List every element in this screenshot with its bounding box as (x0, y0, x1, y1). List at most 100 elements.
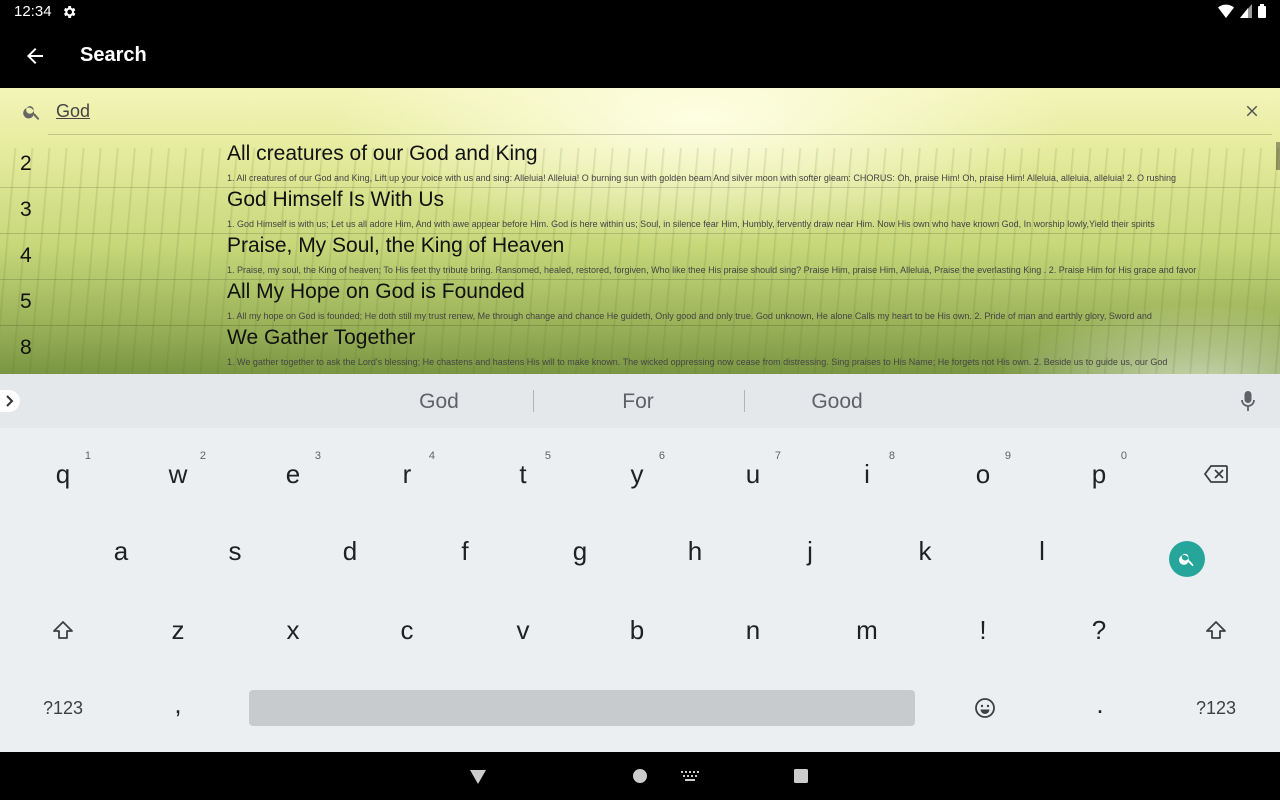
key-hint: 1 (84, 450, 91, 462)
wifi-icon (1218, 4, 1234, 18)
page-title: Search (80, 44, 147, 66)
key-label: q (55, 458, 71, 489)
system-nav-bar (0, 752, 1280, 800)
result-row[interactable]: 5 All My Hope on God is Founded 1. All m… (0, 280, 1280, 326)
result-row[interactable]: 4 Praise, My Soul, the King of Heaven 1.… (0, 234, 1280, 280)
key-hint: 3 (314, 450, 321, 462)
hymn-number: 2 (20, 152, 32, 175)
key-label: u (745, 458, 761, 489)
search-input[interactable]: God (56, 101, 90, 122)
search-icon (23, 106, 40, 120)
key-label: e (285, 458, 301, 489)
hymn-excerpt: 1. All creatures of our God and King, Li… (227, 173, 1176, 183)
key-m[interactable]: m (817, 600, 917, 660)
key-d[interactable]: d (300, 521, 400, 581)
hymn-title: God Himself Is With Us (227, 188, 445, 211)
result-row[interactable]: 2 All creatures of our God and King 1. A… (0, 142, 1280, 188)
key-label: i (864, 458, 870, 489)
hymn-title: Praise, My Soul, the King of Heaven (227, 234, 565, 257)
suggestion-3[interactable]: Good (732, 390, 942, 414)
symbols-key-left[interactable]: ?123 (13, 678, 113, 738)
key-label: y (630, 458, 644, 489)
backspace-key[interactable] (1166, 444, 1266, 504)
key-u[interactable]: u7 (703, 444, 803, 504)
battery-icon (1258, 4, 1266, 18)
backspace-icon (1204, 465, 1228, 483)
key-e[interactable]: e3 (243, 444, 343, 504)
key-z[interactable]: z (128, 600, 228, 660)
key-label: t (519, 458, 527, 489)
cell-signal-icon (1240, 4, 1252, 18)
microphone-icon[interactable] (1240, 390, 1256, 412)
scrollbar[interactable] (1276, 142, 1280, 170)
suggestion-1[interactable]: God (334, 390, 544, 414)
symbols-key-right[interactable]: ?123 (1166, 678, 1266, 738)
emoji-key[interactable] (935, 678, 1035, 738)
hymn-number: 3 (20, 198, 32, 221)
spacebar[interactable] (249, 690, 915, 726)
emoji-icon (975, 698, 995, 718)
status-bar: 12:34 (0, 0, 1280, 24)
hymn-title: All creatures of our God and King (227, 142, 538, 165)
key-l[interactable]: l (992, 521, 1092, 581)
recents-square-icon[interactable] (794, 769, 808, 783)
expand-toolbar-button[interactable] (0, 390, 20, 412)
key-f[interactable]: f (415, 521, 515, 581)
key-q[interactable]: q1 (13, 444, 113, 504)
result-row[interactable]: 3 God Himself Is With Us 1. God Himself … (0, 188, 1280, 234)
key-x[interactable]: x (243, 600, 343, 660)
result-row[interactable]: 8 We Gather Together 1. We gather togeth… (0, 326, 1280, 372)
keyboard-switch-icon[interactable] (681, 771, 699, 781)
key-s[interactable]: s (185, 521, 285, 581)
search-icon (1179, 553, 1194, 567)
suggestion-strip: God For Good (0, 374, 1280, 428)
key-w[interactable]: w2 (128, 444, 228, 504)
hymn-number: 4 (20, 244, 32, 267)
shift-key-right[interactable] (1166, 600, 1266, 660)
key-period[interactable]: . (1050, 674, 1150, 734)
key-c[interactable]: c (357, 600, 457, 660)
hymn-excerpt: 1. God Himself is with us; Let us all ad… (227, 219, 1155, 229)
key-b[interactable]: b (587, 600, 687, 660)
status-time: 12:34 (14, 3, 52, 20)
key-comma[interactable]: , (128, 674, 228, 734)
key-i[interactable]: i8 (817, 444, 917, 504)
key-o[interactable]: o9 (933, 444, 1033, 504)
key-p[interactable]: p0 (1049, 444, 1149, 504)
key-label: r (402, 458, 412, 489)
clear-icon[interactable] (1243, 102, 1261, 120)
search-go-button[interactable] (1169, 541, 1205, 577)
key-exclamation[interactable]: ! (933, 600, 1033, 660)
key-hint: 7 (774, 450, 781, 462)
soft-keyboard: God For Good q1 w2 e3 r4 t5 y6 u7 i8 o9 … (0, 374, 1280, 752)
key-question[interactable]: ? (1049, 600, 1149, 660)
settings-gear-icon (63, 6, 76, 18)
key-j[interactable]: j (760, 521, 860, 581)
shift-icon (53, 621, 73, 639)
key-hint: 8 (888, 450, 895, 462)
key-y[interactable]: y6 (587, 444, 687, 504)
home-circle-icon[interactable] (633, 769, 647, 783)
app-bar: Search (0, 24, 1280, 88)
shift-key-left[interactable] (13, 600, 113, 660)
key-hint: 6 (658, 450, 665, 462)
key-a[interactable]: a (71, 521, 171, 581)
results-panel: God 2 All creatures of our God and King … (0, 88, 1280, 374)
key-g[interactable]: g (530, 521, 630, 581)
back-triangle-icon[interactable] (470, 770, 486, 784)
key-k[interactable]: k (875, 521, 975, 581)
back-arrow-icon[interactable] (22, 44, 48, 68)
key-hint: 2 (199, 450, 206, 462)
key-r[interactable]: r4 (357, 444, 457, 504)
hymn-number: 8 (20, 336, 32, 359)
key-t[interactable]: t5 (473, 444, 573, 504)
key-v[interactable]: v (473, 600, 573, 660)
hymn-excerpt: 1. All my hope on God is founded; He dot… (227, 311, 1152, 321)
key-hint: 4 (428, 450, 435, 462)
key-hint: 5 (544, 450, 551, 462)
shift-icon (1206, 621, 1226, 639)
key-hint: 0 (1120, 450, 1127, 462)
key-h[interactable]: h (645, 521, 745, 581)
key-n[interactable]: n (703, 600, 803, 660)
suggestion-2[interactable]: For (533, 390, 743, 414)
